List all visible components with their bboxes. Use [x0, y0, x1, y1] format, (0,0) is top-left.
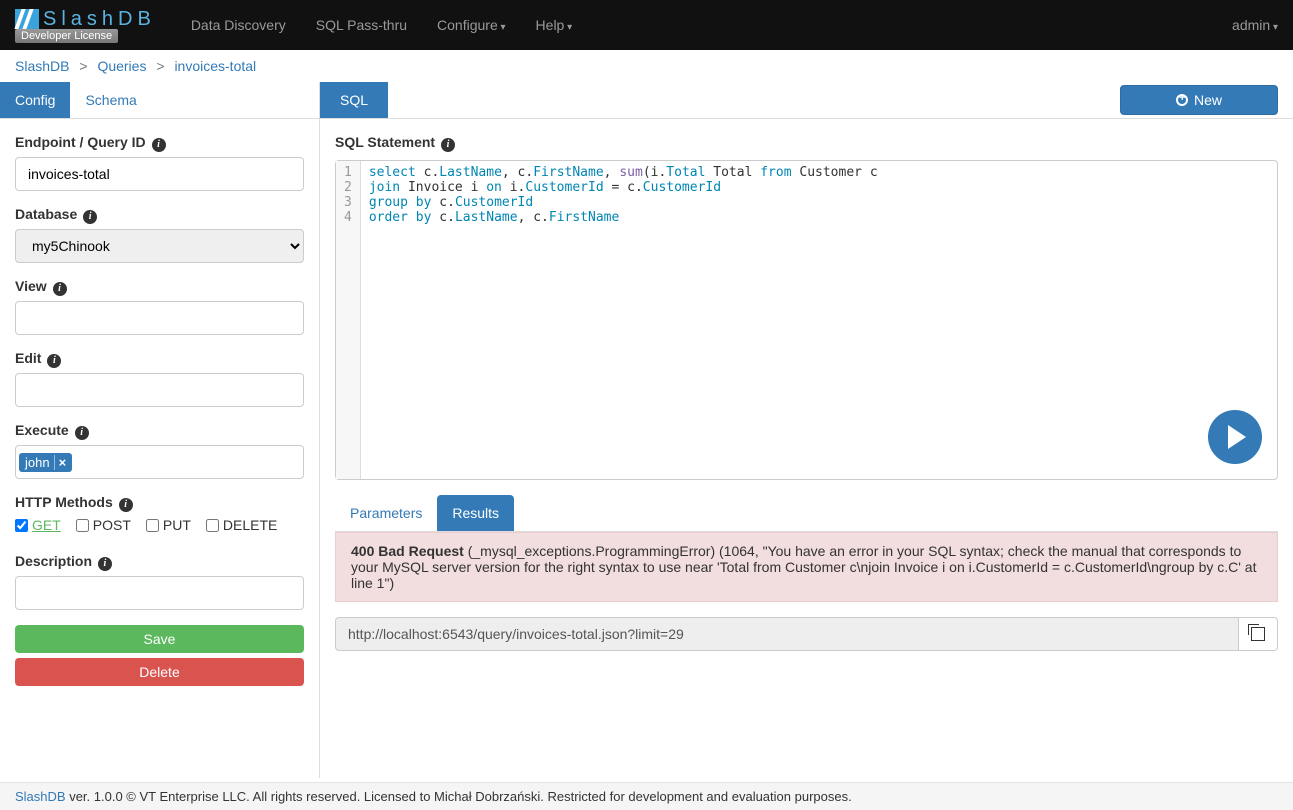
error-status: 400 Bad Request [351, 543, 464, 559]
breadcrumb: SlashDB > Queries > invoices-total [0, 50, 1293, 82]
execute-input[interactable]: john × [15, 445, 304, 479]
plus-icon [1176, 94, 1188, 106]
database-select[interactable]: my5Chinook [15, 229, 304, 263]
tab-schema[interactable]: Schema [70, 82, 151, 118]
nav-user-menu[interactable]: admin [1232, 17, 1278, 33]
sql-editor[interactable]: 1234 select c.LastName, c.FirstName, sum… [335, 160, 1278, 480]
endpoint-input[interactable] [15, 157, 304, 191]
info-icon[interactable]: i [119, 498, 133, 512]
editor-gutter: 1234 [336, 161, 361, 479]
result-url-row [335, 617, 1278, 651]
right-panel: SQL New SQL Statement i 1234 select c.La… [320, 82, 1293, 778]
footer-text: ver. 1.0.0 © VT Enterprise LLC. All righ… [66, 789, 852, 804]
http-get-checkbox[interactable] [15, 519, 28, 532]
footer: SlashDB ver. 1.0.0 © VT Enterprise LLC. … [0, 782, 1293, 810]
info-icon[interactable]: i [75, 426, 89, 440]
result-url-input[interactable] [335, 617, 1239, 651]
nav-configure[interactable]: Configure [437, 17, 506, 33]
http-methods-label: HTTP Methods i [15, 494, 304, 512]
http-methods: GET POST PUT DELETE [15, 517, 304, 538]
tab-config[interactable]: Config [0, 82, 70, 118]
http-get-link[interactable]: GET [32, 517, 61, 533]
tag-remove-icon[interactable]: × [54, 455, 67, 470]
breadcrumb-queries[interactable]: Queries [97, 58, 146, 74]
http-delete-checkbox[interactable] [206, 519, 219, 532]
database-label: Database i [15, 206, 304, 224]
new-button[interactable]: New [1120, 85, 1278, 115]
tab-sql[interactable]: SQL [320, 82, 388, 118]
tag-label: john [25, 455, 50, 470]
http-post-checkbox[interactable] [76, 519, 89, 532]
result-tabs: Parameters Results [335, 495, 1278, 532]
nav-items: Data Discovery SQL Pass-thru Configure H… [191, 17, 572, 33]
info-icon[interactable]: i [98, 557, 112, 571]
http-put-checkbox[interactable] [146, 519, 159, 532]
breadcrumb-current[interactable]: invoices-total [174, 58, 256, 74]
sql-area: SQL Statement i 1234 select c.LastName, … [320, 119, 1293, 495]
footer-link[interactable]: SlashDB [15, 789, 66, 804]
license-badge: Developer License [15, 29, 118, 43]
delete-button[interactable]: Delete [15, 658, 304, 686]
top-navbar: SlashDB Developer License Data Discovery… [0, 0, 1293, 50]
editor-code[interactable]: select c.LastName, c.FirstName, sum(i.To… [361, 161, 1277, 479]
error-message: 400 Bad Request (_mysql_exceptions.Progr… [335, 532, 1278, 602]
edit-input[interactable] [15, 373, 304, 407]
new-button-label: New [1194, 92, 1222, 108]
info-icon[interactable]: i [441, 138, 455, 152]
nav-sql-passthru[interactable]: SQL Pass-thru [316, 17, 407, 33]
logo-icon [15, 9, 39, 29]
logo-text: SlashDB [43, 8, 156, 31]
copy-url-button[interactable] [1239, 617, 1278, 651]
execute-tag: john × [19, 453, 72, 472]
main: Config Schema Endpoint / Query ID i Data… [0, 82, 1293, 778]
copy-icon [1251, 627, 1265, 641]
view-label: View i [15, 278, 304, 296]
nav-help[interactable]: Help [536, 17, 573, 33]
info-icon[interactable]: i [152, 138, 166, 152]
right-top: SQL New [320, 82, 1293, 119]
results-section: Parameters Results 400 Bad Request (_mys… [320, 495, 1293, 778]
info-icon[interactable]: i [53, 282, 67, 296]
info-icon[interactable]: i [83, 210, 97, 224]
info-icon[interactable]: i [47, 354, 61, 368]
logo-area: SlashDB Developer License [15, 8, 156, 43]
execute-label: Execute i [15, 422, 304, 440]
logo[interactable]: SlashDB [15, 8, 156, 31]
breadcrumb-sep: > [79, 58, 87, 74]
execute-sql-button[interactable] [1208, 410, 1262, 464]
edit-label: Edit i [15, 350, 304, 368]
left-panel: Config Schema Endpoint / Query ID i Data… [0, 82, 320, 778]
view-input[interactable] [15, 301, 304, 335]
description-input[interactable] [15, 576, 304, 610]
tab-results[interactable]: Results [437, 495, 514, 531]
config-form: Endpoint / Query ID i Database i my5Chin… [0, 119, 319, 706]
save-button[interactable]: Save [15, 625, 304, 653]
description-label: Description i [15, 553, 304, 571]
breadcrumb-sep: > [156, 58, 164, 74]
left-tabs: Config Schema [0, 82, 319, 119]
tab-parameters[interactable]: Parameters [335, 495, 437, 531]
sql-statement-label: SQL Statement i [335, 134, 1278, 152]
breadcrumb-root[interactable]: SlashDB [15, 58, 69, 74]
endpoint-label: Endpoint / Query ID i [15, 134, 304, 152]
error-text: (_mysql_exceptions.ProgrammingError) (10… [351, 543, 1256, 591]
nav-data-discovery[interactable]: Data Discovery [191, 17, 286, 33]
